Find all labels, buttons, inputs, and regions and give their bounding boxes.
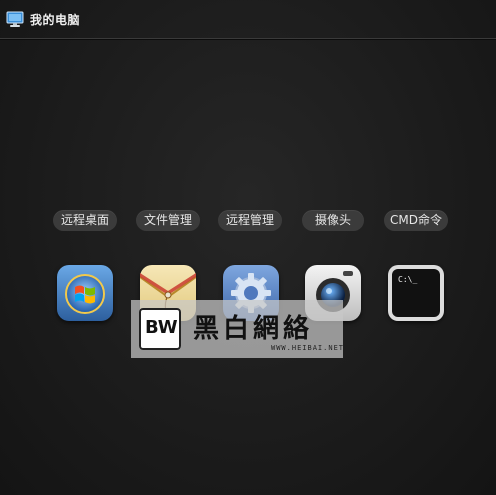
window-title: 我的电脑 [30,13,81,27]
windows-remote-desktop-icon [57,265,113,321]
remote-desktop-app[interactable] [57,265,113,321]
remote-desktop-button[interactable]: 远程桌面 [53,210,117,231]
computer-icon [6,10,24,28]
cmd-app[interactable]: C:\_ [388,265,444,321]
watermark-text: 黑白網絡 [193,314,314,344]
terminal-prompt: C:\_ [398,275,418,284]
watermark: BW 黑白網絡 WWW.HEIBAI.NET [131,300,343,358]
watermark-logo-text: BW [145,317,178,338]
terminal-icon [388,265,444,321]
camera-button[interactable]: 摄像头 [302,210,364,231]
watermark-logo: BW [139,308,181,350]
cmd-command-button[interactable]: CMD命令 [384,210,448,231]
watermark-url: WWW.HEIBAI.NET [271,344,345,352]
file-manager-button[interactable]: 文件管理 [136,210,200,231]
title-bar: 我的电脑 [0,0,496,39]
remote-manage-button[interactable]: 远程管理 [218,210,282,231]
